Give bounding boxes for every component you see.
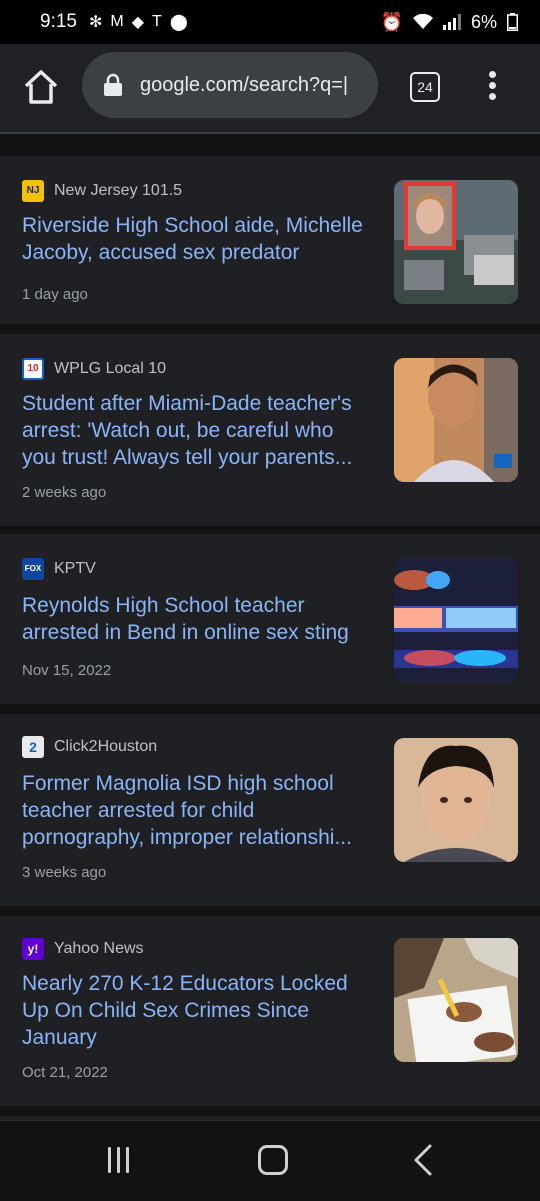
status-bar: 9:15 ✻ M ◆ T ⬤ ⏰ 6% bbox=[0, 0, 540, 44]
timestamp: 2 weeks ago bbox=[22, 484, 107, 501]
signal-icon bbox=[442, 14, 461, 30]
headline-link[interactable]: Former Magnolia ISD high school teacher … bbox=[22, 770, 372, 851]
back-icon[interactable] bbox=[412, 1143, 434, 1177]
news-card[interactable]: 10 WPLG Local 10 Student after Miami-Dad… bbox=[0, 334, 540, 526]
source-row: 2 Click2Houston bbox=[22, 736, 157, 758]
wifi-icon bbox=[412, 14, 433, 29]
battery-icon bbox=[507, 13, 518, 31]
headline-link[interactable]: Student after Miami-Dade teacher's arres… bbox=[22, 390, 372, 471]
recent-apps-icon[interactable] bbox=[108, 1147, 136, 1173]
thumbnail-image[interactable] bbox=[394, 358, 518, 482]
news-card[interactable]: y! Yahoo News Nearly 270 K-12 Educators … bbox=[0, 916, 540, 1106]
browser-toolbar: google.com/search?q=| 24 bbox=[0, 44, 540, 132]
timestamp: Nov 15, 2022 bbox=[22, 662, 112, 679]
source-name: WPLG Local 10 bbox=[54, 360, 167, 377]
source-name: KPTV bbox=[54, 560, 96, 577]
source-row: FOX KPTV bbox=[22, 558, 96, 580]
timestamp: Oct 21, 2022 bbox=[22, 1064, 108, 1081]
tag-icon: ◆ bbox=[131, 14, 145, 31]
wplg-local-10-logo-icon: 10 bbox=[22, 358, 44, 380]
thumbnail-image[interactable] bbox=[394, 180, 518, 304]
location-icon: ⬤ bbox=[169, 14, 188, 31]
battery-percent: 6% bbox=[470, 11, 497, 32]
fan-icon: ✻ bbox=[88, 14, 103, 31]
thumbnail-image[interactable] bbox=[394, 938, 518, 1062]
system-navigation-bar bbox=[0, 1120, 540, 1201]
source-row: y! Yahoo News bbox=[22, 938, 144, 960]
overflow-menu-icon[interactable] bbox=[484, 68, 500, 104]
notification-icons: ✻ M ◆ T ⬤ bbox=[89, 12, 188, 32]
alarm-icon: ⏰ bbox=[380, 11, 403, 32]
toolbar-divider bbox=[0, 132, 540, 134]
headline-link[interactable]: Nearly 270 K-12 Educators Locked Up On C… bbox=[22, 970, 372, 1051]
address-bar[interactable]: google.com/search?q=| bbox=[82, 52, 378, 118]
yahoo-news-logo-icon: y! bbox=[22, 938, 44, 960]
news-card[interactable]: FOX KPTV Reynolds High School teacher ar… bbox=[0, 534, 540, 704]
home-button-icon[interactable] bbox=[258, 1145, 288, 1175]
headline-link[interactable]: Riverside High School aide, Michelle Jac… bbox=[22, 212, 372, 266]
source-name: New Jersey 101.5 bbox=[54, 182, 183, 199]
tab-switcher-button[interactable]: 24 bbox=[410, 72, 440, 102]
home-icon[interactable] bbox=[22, 68, 60, 106]
kptv-fox-12-logo-icon: FOX bbox=[22, 558, 44, 580]
thumbnail-image[interactable] bbox=[394, 738, 518, 862]
gmail-icon: M bbox=[110, 13, 124, 30]
timestamp: 1 day ago bbox=[22, 286, 88, 303]
news-card[interactable]: NJ New Jersey 101.5 Riverside High Schoo… bbox=[0, 156, 540, 324]
timestamp: 3 weeks ago bbox=[22, 864, 107, 881]
system-icons: ⏰ 6% bbox=[381, 12, 518, 33]
thumbnail-image[interactable] bbox=[394, 558, 518, 682]
news-card[interactable]: 2 Click2Houston Former Magnolia ISD high… bbox=[0, 714, 540, 906]
source-row: 10 WPLG Local 10 bbox=[22, 358, 166, 380]
new-jersey-101-5-logo-icon: NJ bbox=[22, 180, 44, 202]
headline-link[interactable]: Reynolds High School teacher arrested in… bbox=[22, 592, 372, 646]
url-text: google.com/search?q=| bbox=[140, 73, 349, 96]
tesla-icon: T bbox=[152, 13, 162, 30]
source-name: Click2Houston bbox=[54, 738, 158, 755]
lock-icon bbox=[104, 73, 122, 96]
source-row: NJ New Jersey 101.5 bbox=[22, 180, 182, 202]
status-time: 9:15 bbox=[40, 11, 77, 32]
click2houston-logo-icon: 2 bbox=[22, 736, 44, 758]
source-name: Yahoo News bbox=[54, 940, 144, 957]
